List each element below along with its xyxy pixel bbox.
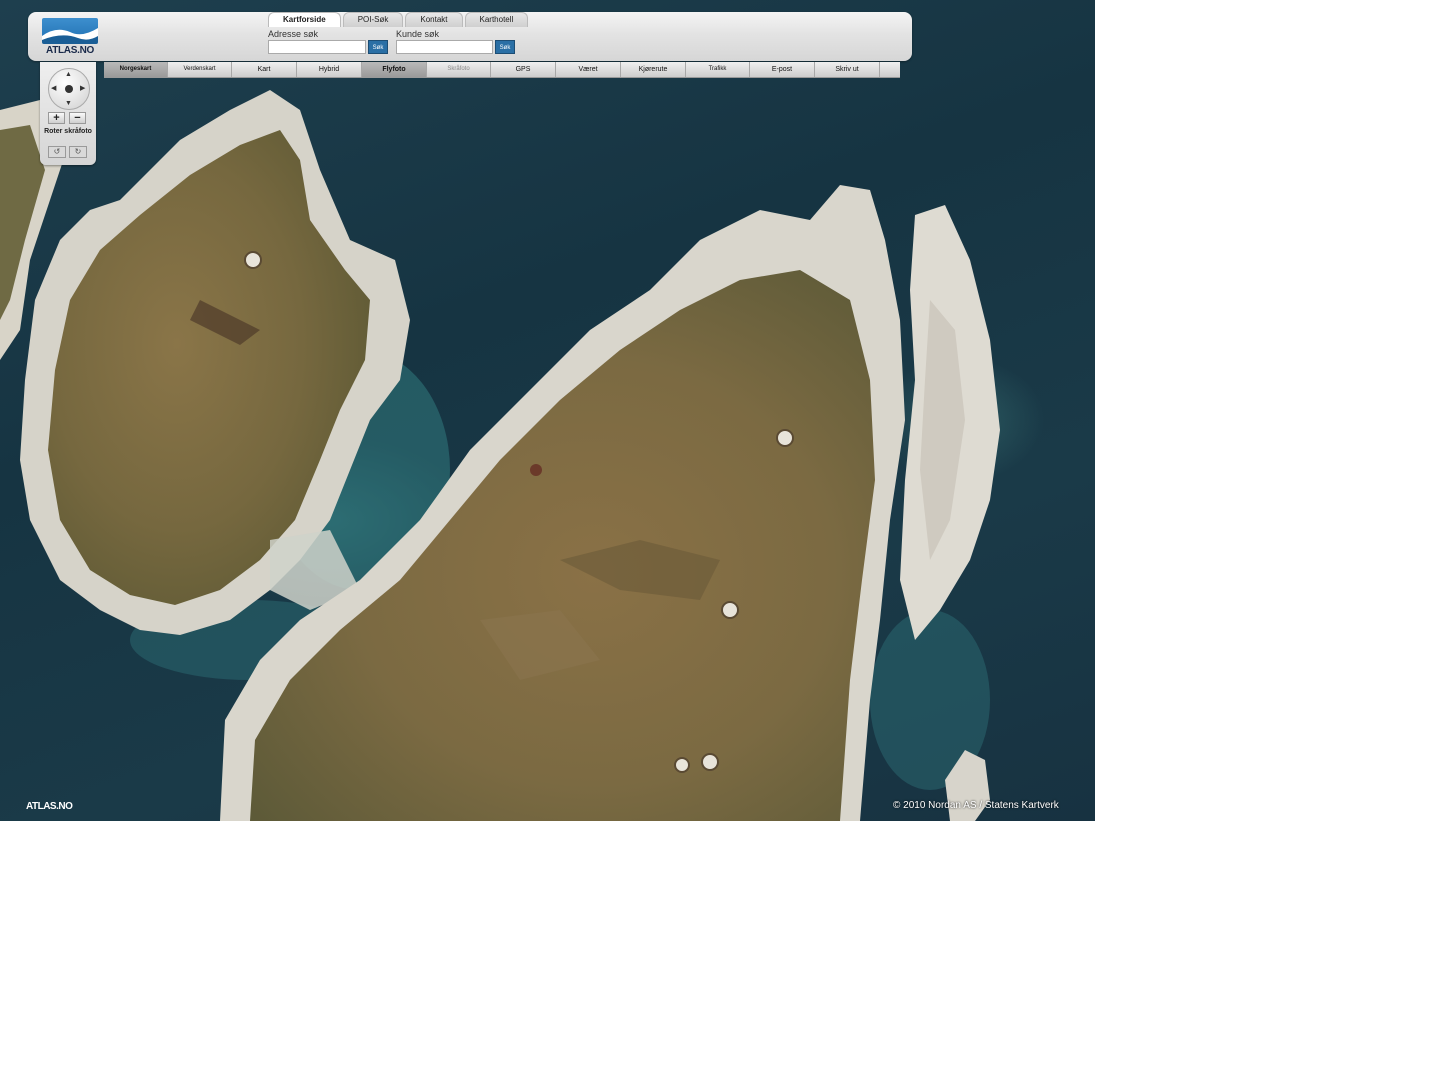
maptype-norgeskart[interactable]: Norgeskart — [104, 62, 168, 77]
tab-kontakt[interactable]: Kontakt — [405, 12, 463, 27]
zoom-in-button[interactable]: + — [48, 112, 65, 124]
maptype-kart[interactable]: Kart — [232, 62, 297, 77]
tab-kartforside[interactable]: Kartforside — [268, 12, 341, 27]
rotate-right-icon[interactable]: ↻ — [69, 146, 87, 158]
pan-center-icon[interactable] — [65, 85, 73, 93]
atlas-logo[interactable]: ATLAS.NO — [42, 18, 98, 56]
map-watermark: ATLAS.NO — [26, 801, 73, 812]
top-tabs: Kartforside POI-Søk Kontakt Karthotell — [268, 12, 530, 27]
customer-search-input[interactable] — [396, 40, 493, 54]
maptype-kjorerute[interactable]: Kjørerute — [621, 62, 686, 77]
maptype-hybrid[interactable]: Hybrid — [297, 62, 362, 77]
logo-text: ATLAS.NO — [46, 45, 94, 56]
rotate-left-icon[interactable]: ↺ — [48, 146, 66, 158]
rotate-label: Roter skråfoto — [44, 128, 92, 135]
maptype-flyfoto[interactable]: Flyfoto — [362, 62, 427, 77]
maptype-trafikk[interactable]: Trafikk — [686, 62, 750, 77]
customer-search-label: Kunde søk — [396, 29, 440, 39]
pan-control: ▲ ▼ ◀ ▶ — [48, 68, 90, 110]
pan-left-icon[interactable]: ◀ — [51, 85, 56, 92]
address-search-label: Adresse søk — [268, 29, 319, 39]
maptype-skriv-ut[interactable]: Skriv ut — [815, 62, 880, 77]
maptype-verdenskart[interactable]: Verdenskart — [168, 62, 232, 77]
pan-right-icon[interactable]: ▶ — [80, 85, 85, 92]
maptype-skrafoto: Skråfoto — [427, 62, 491, 77]
customer-search-button[interactable]: Søk — [495, 40, 515, 54]
address-search-button[interactable]: Søk — [368, 40, 388, 54]
zoom-out-button[interactable]: − — [69, 112, 86, 124]
tab-karthotell[interactable]: Karthotell — [464, 12, 529, 27]
address-search-input[interactable] — [268, 40, 366, 54]
pan-down-icon[interactable]: ▼ — [65, 100, 72, 107]
aerial-photo — [0, 90, 1000, 821]
map-type-bar: Norgeskart Verdenskart Kart Hybrid Flyfo… — [104, 62, 900, 78]
header-bar: ATLAS.NO Kartforside POI-Søk Kontakt Kar… — [28, 12, 912, 61]
maptype-gps[interactable]: GPS — [491, 62, 556, 77]
pan-up-icon[interactable]: ▲ — [65, 71, 72, 78]
logo-icon — [42, 18, 98, 44]
map-nav-control: ▲ ▼ ◀ ▶ + − Roter skråfoto ↺ ↻ — [40, 62, 96, 165]
maptype-varet[interactable]: Været — [556, 62, 621, 77]
map-view[interactable]: ATLAS.NO © 2010 Nordan AS / Statens Kart… — [0, 0, 1095, 821]
maptype-epost[interactable]: E-post — [750, 62, 815, 77]
tab-poi-sok[interactable]: POI-Søk — [342, 12, 404, 27]
map-copyright: © 2010 Nordan AS / Statens Kartverk — [893, 800, 1059, 811]
